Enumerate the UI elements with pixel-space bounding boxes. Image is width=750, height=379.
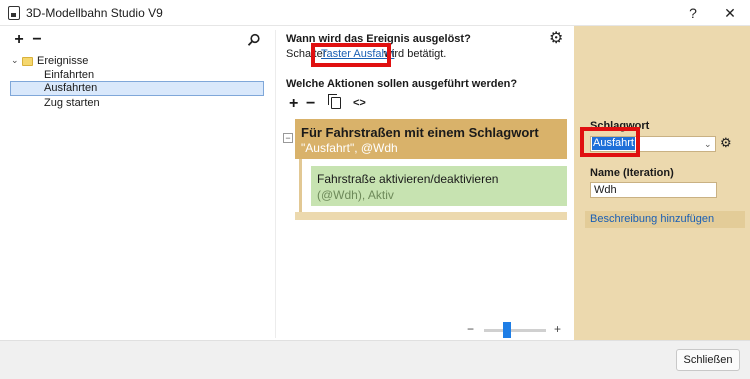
trigger-suffix-text: wird betätigt. <box>384 48 447 60</box>
add-event-button[interactable]: + <box>12 32 26 48</box>
zoom-out-button[interactable]: − <box>467 322 474 336</box>
tree-item-zug-starten[interactable]: Zug starten <box>44 96 100 110</box>
search-icon[interactable] <box>247 33 261 47</box>
close-window-button[interactable]: ✕ <box>716 3 744 23</box>
gear-icon[interactable]: ⚙ <box>720 135 732 151</box>
copy-icon[interactable] <box>328 94 341 109</box>
collapse-group-button[interactable]: − <box>283 133 293 143</box>
add-action-button[interactable]: + <box>289 96 298 112</box>
action-group-title: Für Fahrstraßen mit einem Schlagwort <box>301 125 539 140</box>
gear-icon[interactable]: ⚙ <box>549 30 563 48</box>
close-button[interactable]: Schließen <box>676 349 740 371</box>
tree-item-ausfahrten[interactable]: Ausfahrten <box>10 81 264 96</box>
zoom-slider-track[interactable] <box>484 329 546 332</box>
action-group-footer <box>295 212 567 220</box>
remove-action-button[interactable]: − <box>306 96 315 112</box>
dialog-footer <box>0 340 750 379</box>
action-group-indent-bar <box>299 159 302 212</box>
zoom-slider-thumb[interactable] <box>502 322 511 338</box>
title-bar: 3D-Modellbahn Studio V9 ? ✕ <box>0 0 750 26</box>
chevron-down-icon[interactable]: ⌄ <box>704 137 712 151</box>
actions-question-heading: Welche Aktionen sollen ausgeführt werden… <box>286 78 518 90</box>
action-item-params: (@Wdh), Aktiv <box>317 188 394 202</box>
folder-icon <box>22 57 33 66</box>
remove-event-button[interactable]: − <box>30 32 44 48</box>
name-iteration-label: Name (Iteration) <box>590 167 674 179</box>
code-view-button[interactable]: <> <box>353 97 366 109</box>
chevron-down-icon[interactable]: ⌄ <box>11 55 19 66</box>
highlight-box-trigger <box>311 43 391 67</box>
action-item-title: Fahrstraße aktivieren/deaktivieren <box>317 172 499 186</box>
window-title: 3D-Modellbahn Studio V9 <box>26 6 163 20</box>
event-tree-panel <box>0 26 275 340</box>
app-icon <box>8 6 20 20</box>
zoom-in-button[interactable]: + <box>554 322 561 336</box>
panel-divider[interactable] <box>275 30 276 338</box>
add-description-link[interactable]: Beschreibung hinzufügen <box>585 211 745 228</box>
help-button[interactable]: ? <box>679 3 707 23</box>
tree-root-ereignisse[interactable]: Ereignisse <box>37 54 88 68</box>
action-group-params: "Ausfahrt", @Wdh <box>301 141 398 155</box>
highlight-box-keyword <box>580 127 640 157</box>
name-iteration-input[interactable]: Wdh <box>590 182 717 198</box>
tree-item-einfahrten[interactable]: Einfahrten <box>44 68 94 82</box>
